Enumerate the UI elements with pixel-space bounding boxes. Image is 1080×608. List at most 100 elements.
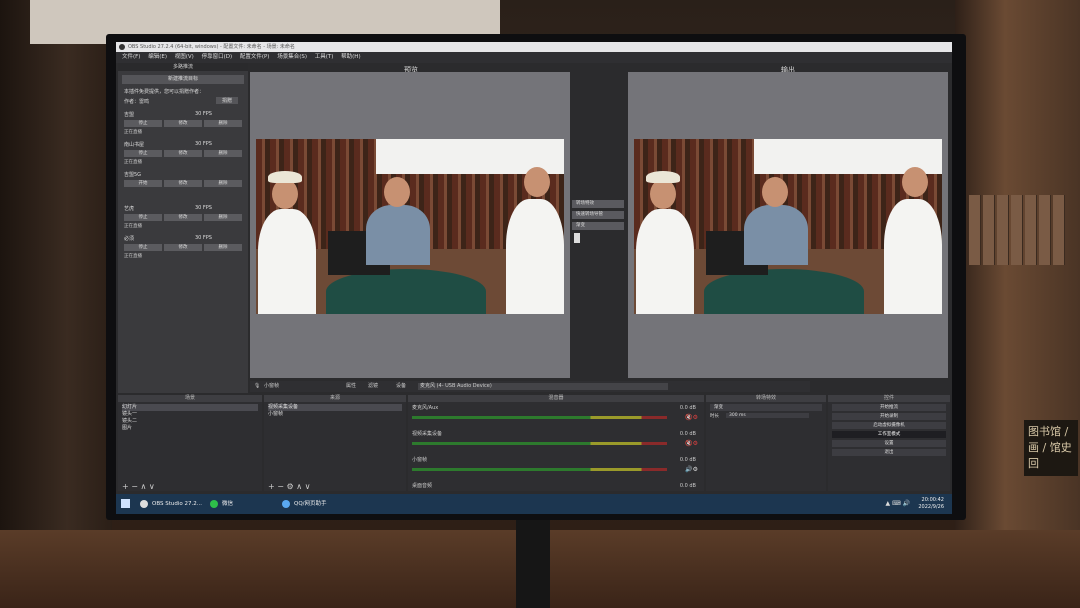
menu-docks[interactable]: 停靠窗口(D): [202, 54, 233, 60]
properties-button[interactable]: 属性: [346, 381, 356, 392]
edit-button[interactable]: 修改: [164, 150, 202, 157]
duration-input[interactable]: 300 ms: [726, 413, 809, 418]
taskbar-wechat-label: 微信: [222, 501, 234, 507]
menu-profile[interactable]: 配置文件(P): [240, 54, 270, 60]
channel-db: 0.0 dB: [679, 457, 696, 463]
background-book: [1039, 195, 1051, 265]
studio-mode-button[interactable]: 工作室模式: [832, 431, 946, 438]
edit-button[interactable]: 修改: [164, 120, 202, 127]
menu-help[interactable]: 帮助(H): [341, 54, 360, 60]
stream-target-name: 必须 30 FPS: [124, 235, 242, 242]
channel-db: 0.0 dB: [679, 483, 696, 489]
taskbar-assistant-label: QQ/网页助手: [294, 501, 327, 507]
target-fps: 30 FPS: [194, 235, 212, 241]
duration-row: 时长 300 ms: [710, 413, 822, 421]
quick-transition-button[interactable]: 快速转场导管: [572, 211, 624, 219]
delete-button[interactable]: 删除: [204, 244, 242, 251]
target-name: 必须: [124, 236, 135, 242]
speaker-muted-icon[interactable]: 🔇⚙: [685, 440, 698, 447]
edit-button[interactable]: 修改: [164, 244, 202, 251]
source-item[interactable]: 小窗帧: [268, 411, 402, 418]
monitor-stand: [516, 520, 550, 608]
target-name: 南山书屋: [124, 142, 145, 148]
edit-button[interactable]: 修改: [164, 214, 202, 221]
target-status: 正在直播: [124, 130, 142, 135]
scene-item[interactable]: 图片: [122, 425, 258, 432]
settings-button[interactable]: 设置: [832, 440, 946, 447]
taskbar-obs-label: OBS Studio 27.2...: [152, 501, 203, 507]
system-tray[interactable]: ▲ ⌨ 🔊: [885, 500, 910, 507]
scene-item[interactable]: 镜头二: [122, 418, 258, 425]
clock-date: 2022/9/26: [918, 504, 944, 510]
transition-button[interactable]: 转场特效: [572, 200, 624, 208]
mixer-dock: 混音器 麦克风/Aux 0.0 dB 🔇⚙ 视频采集设备 0.0 dB 🔇⚙ 小…: [408, 395, 704, 491]
exit-button[interactable]: 退出: [832, 449, 946, 456]
transition-slider[interactable]: [574, 233, 580, 243]
scenes-toolbar[interactable]: + − ∧ ∨: [118, 482, 155, 491]
delete-button[interactable]: 删除: [204, 180, 242, 187]
video-person-left: [258, 209, 316, 314]
speaker-muted-icon[interactable]: 🔇⚙: [685, 414, 698, 421]
taskbar-wechat[interactable]: 微信: [208, 498, 233, 510]
clock-time: 20:00:42: [921, 497, 944, 503]
mic-icon: 🎙: [254, 383, 261, 389]
program-panel[interactable]: [628, 72, 948, 378]
menu-file[interactable]: 文件(F): [122, 54, 140, 60]
volume-meter[interactable]: [412, 468, 667, 471]
background-book: [1053, 195, 1065, 265]
video-head: [762, 177, 788, 207]
stop-button[interactable]: 停止: [124, 214, 162, 221]
transition-select[interactable]: 渐变: [710, 404, 822, 411]
preview-panel[interactable]: [250, 72, 570, 378]
speaker-icon[interactable]: 🔊⚙: [685, 466, 698, 473]
volume-meter[interactable]: [412, 442, 667, 445]
target-buttons: 开始 修改 删除: [124, 180, 242, 187]
target-status: 正在直播: [124, 254, 142, 259]
scene-item[interactable]: 幻灯片: [122, 404, 258, 411]
device-label: 设备: [396, 383, 407, 389]
background-sign: 图书馆 / 画 / 馆史回: [1024, 420, 1078, 476]
menu-bar: 文件(F) 编辑(E) 视图(V) 停靠窗口(D) 配置文件(P) 场景集合(S…: [116, 52, 952, 63]
menu-view[interactable]: 视图(V): [175, 54, 194, 60]
cut-select[interactable]: 渐变: [572, 222, 624, 230]
source-item[interactable]: 视频采集设备: [268, 404, 402, 411]
new-target-button[interactable]: 新建推流目标: [122, 75, 244, 84]
edit-button[interactable]: 修改: [164, 180, 202, 187]
author-row: 作者：雷鸣 捐赠: [124, 97, 242, 105]
target-buttons: 停止 修改 删除: [124, 120, 242, 127]
volume-meter[interactable]: [412, 416, 667, 419]
menu-tools[interactable]: 工具(T): [315, 54, 334, 60]
stop-button[interactable]: 停止: [124, 244, 162, 251]
scenes-dock: 场景 幻灯片 镜头一 镜头二 图片 + − ∧ ∨: [118, 395, 262, 491]
target-fps: 30 FPS: [194, 111, 212, 117]
delete-button[interactable]: 删除: [204, 214, 242, 221]
delete-button[interactable]: 删除: [204, 150, 242, 157]
assistant-icon: [282, 500, 290, 508]
donate-button[interactable]: 捐赠: [215, 97, 238, 104]
menu-scene-collection[interactable]: 场景集合(S): [277, 54, 307, 60]
device-select[interactable]: 麦克风 (4- USB Audio Device): [418, 383, 668, 390]
stop-button[interactable]: 停止: [124, 150, 162, 157]
taskbar-assistant[interactable]: QQ/网页助手: [280, 498, 327, 510]
start-recording-button[interactable]: 开始录制: [832, 413, 946, 420]
windows-start-icon[interactable]: [121, 499, 130, 508]
channel-name: 视频采集设备: [412, 431, 443, 437]
start-streaming-button[interactable]: 开始推流: [832, 404, 946, 411]
stream-target-name: 吉盟 30 FPS: [124, 111, 242, 118]
scene-item[interactable]: 镜头一: [122, 411, 258, 418]
delete-button[interactable]: 删除: [204, 120, 242, 127]
virtual-camera-button[interactable]: 启动虚拟摄像机: [832, 422, 946, 429]
duration-label: 时长: [710, 414, 719, 419]
mixer-channel: 麦克风/Aux 0.0 dB 🔇⚙: [408, 402, 704, 428]
taskbar-obs[interactable]: OBS Studio 27.2...: [138, 498, 202, 510]
filters-button[interactable]: 滤镜: [368, 381, 378, 392]
start-button[interactable]: 开始: [124, 180, 162, 187]
stop-button[interactable]: 停止: [124, 120, 162, 127]
channel-db: 0.0 dB: [679, 431, 696, 437]
sources-toolbar[interactable]: + − ⚙ ∧ ∨: [264, 482, 310, 491]
menu-edit[interactable]: 编辑(E): [148, 54, 167, 60]
clock[interactable]: 20:00:42 2022/9/26: [918, 497, 944, 511]
mixer-title: 混音器: [408, 395, 704, 402]
source-list: 视频采集设备 小窗帧: [264, 402, 406, 420]
video-hat: [646, 171, 680, 183]
